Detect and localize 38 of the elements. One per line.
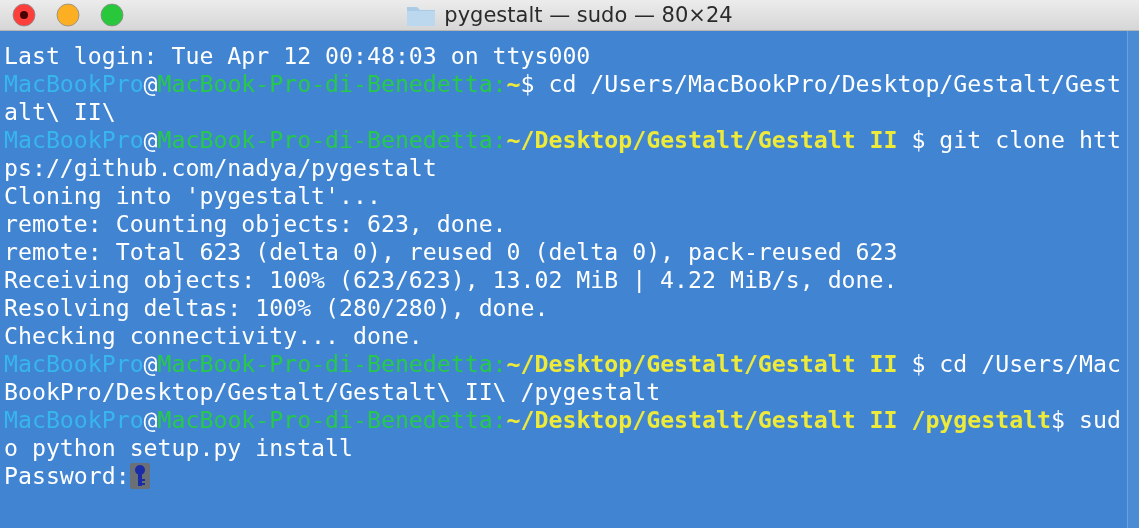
terminal-text: alt\ II\ [4, 98, 116, 126]
terminal-text: Password: [4, 462, 130, 490]
terminal-text: remote: Counting objects: 623, done. [4, 210, 507, 238]
terminal-text: @ [143, 350, 158, 378]
scrollbar[interactable] [1127, 31, 1139, 528]
terminal-text: remote: Total 623 (delta 0), reused 0 (delta 0), pack-reused 623 [4, 238, 898, 266]
key-icon [129, 462, 150, 490]
prompt-path: ~ [506, 70, 521, 98]
prompt-user: MacBookPro [4, 406, 144, 434]
prompt-path: ~/Desktop/Gestalt/Gestalt II /pygestalt [506, 406, 1052, 434]
terminal-text: @ [143, 126, 158, 154]
prompt-host: MacBook-Pro-di-Benedetta: [157, 406, 507, 434]
terminal-text: ps://github.com/nadya/pygestalt [4, 154, 437, 182]
terminal-text: $ git clone htt [910, 126, 1121, 154]
terminal-text: Checking connectivity... done. [4, 322, 423, 350]
minimize-button[interactable] [56, 3, 80, 27]
terminal-text: BookPro/Desktop/Gestalt/Gestalt\ II\ /pygestalt [4, 378, 661, 406]
terminal-text: $ cd /Users/MacBookPro/Desktop/Gestalt/Gest [520, 70, 1121, 98]
terminal-text: $ sud [1051, 406, 1121, 434]
prompt-user: MacBookPro [4, 70, 144, 98]
prompt-host: MacBook-Pro-di-Benedetta: [157, 350, 507, 378]
terminal-text: Last login: Tue Apr 12 00:48:03 on ttys000 [4, 42, 591, 70]
terminal-text: Resolving deltas: 100% (280/280), done. [4, 294, 549, 322]
terminal-text: Receiving objects: 100% (623/623), 13.02 MiB | 4.22 MiB/s, done. [4, 266, 898, 294]
prompt-user: MacBookPro [4, 350, 144, 378]
close-button[interactable] [12, 3, 36, 27]
terminal-text: o python setup.py install [4, 434, 353, 462]
terminal-text: $ cd /Users/Mac [910, 350, 1121, 378]
terminal-text: @ [143, 70, 158, 98]
prompt-host: MacBook-Pro-di-Benedetta: [157, 70, 507, 98]
prompt-path: ~/Desktop/Gestalt/Gestalt II [506, 350, 898, 378]
terminal-text: Cloning into 'pygestalt'... [4, 182, 381, 210]
prompt-host: MacBook-Pro-di-Benedetta: [157, 126, 507, 154]
window-title: pygestalt — sudo — 80×24 [444, 3, 733, 27]
zoom-button[interactable] [100, 3, 124, 27]
prompt-user: MacBookPro [4, 126, 144, 154]
terminal-text: @ [143, 406, 158, 434]
prompt-path: ~/Desktop/Gestalt/Gestalt II [506, 126, 898, 154]
